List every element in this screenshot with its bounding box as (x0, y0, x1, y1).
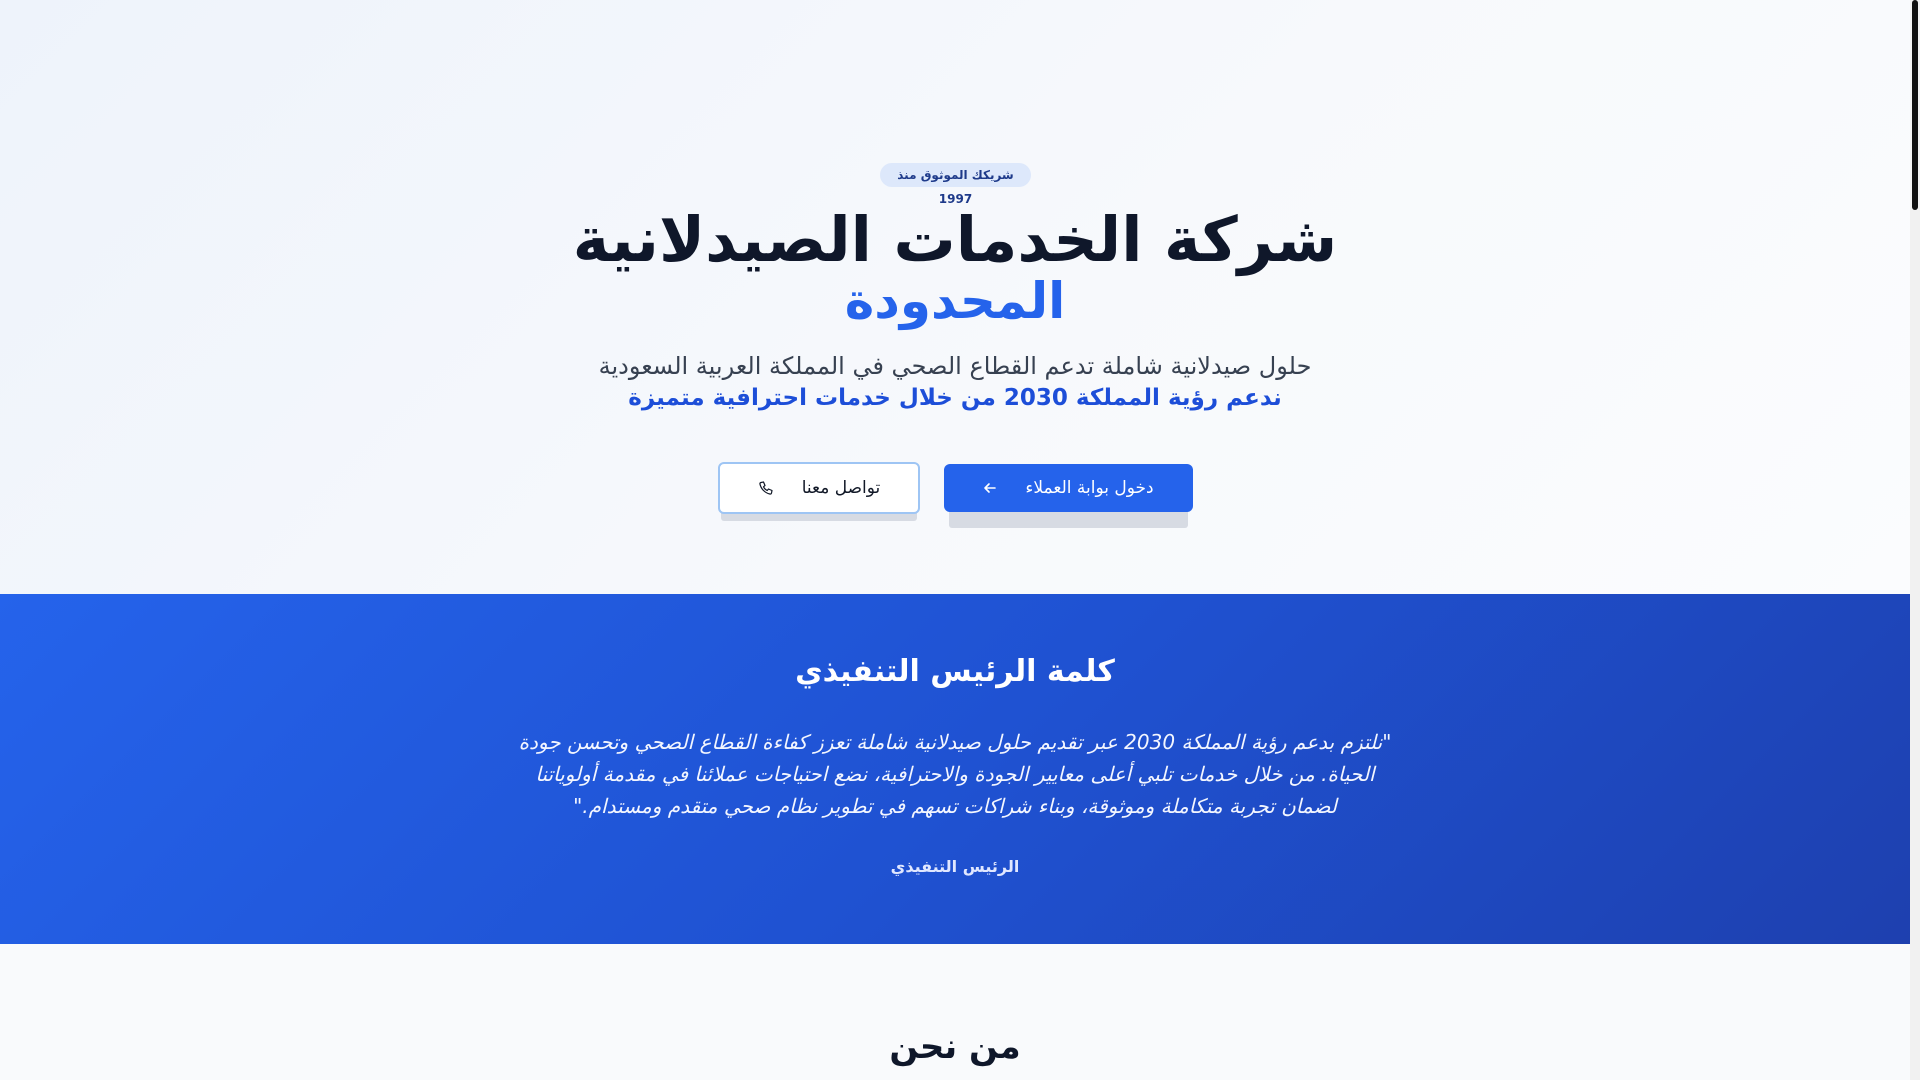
customer-portal-button[interactable]: دخول بوابة العملاء (944, 464, 1193, 512)
hero-tagline: ندعم رؤية المملكة 2030 من خلال خدمات احت… (628, 385, 1282, 411)
arrow-left-icon (983, 481, 997, 495)
contact-us-button[interactable]: تواصل معنا (718, 462, 920, 514)
scrollbar-thumb[interactable] (1912, 0, 1918, 210)
ceo-role: الرئيس التنفيذي (890, 857, 1020, 876)
customer-portal-label: دخول بوابة العملاء (1025, 478, 1154, 498)
since-badge: شريكك الموثوق منذ 1997 (880, 163, 1031, 206)
ceo-quote: "نلتزم بدعم رؤية المملكة 2030 عبر تقديم … (518, 730, 1392, 818)
hero-subtitle: حلول صيدلانية شاملة تدعم القطاع الصحي في… (598, 352, 1312, 380)
page: شريكك الموثوق منذ 1997 شركة الخدمات الصي… (0, 0, 1910, 1080)
phone-icon (758, 480, 774, 496)
company-title-highlight: المحدودة (844, 272, 1066, 330)
page-scrollbar[interactable] (1910, 0, 1920, 1080)
ceo-message-section: كلمة الرئيس التنفيذي "نلتزم بدعم رؤية ال… (0, 594, 1910, 944)
hero-section: شريكك الموثوق منذ 1997 شركة الخدمات الصي… (0, 0, 1910, 594)
about-title: من نحن (889, 1027, 1021, 1067)
ceo-section-title: كلمة الرئيس التنفيذي (795, 654, 1115, 689)
contact-us-label: تواصل معنا (801, 478, 881, 498)
about-section: من نحن (0, 944, 1910, 1080)
